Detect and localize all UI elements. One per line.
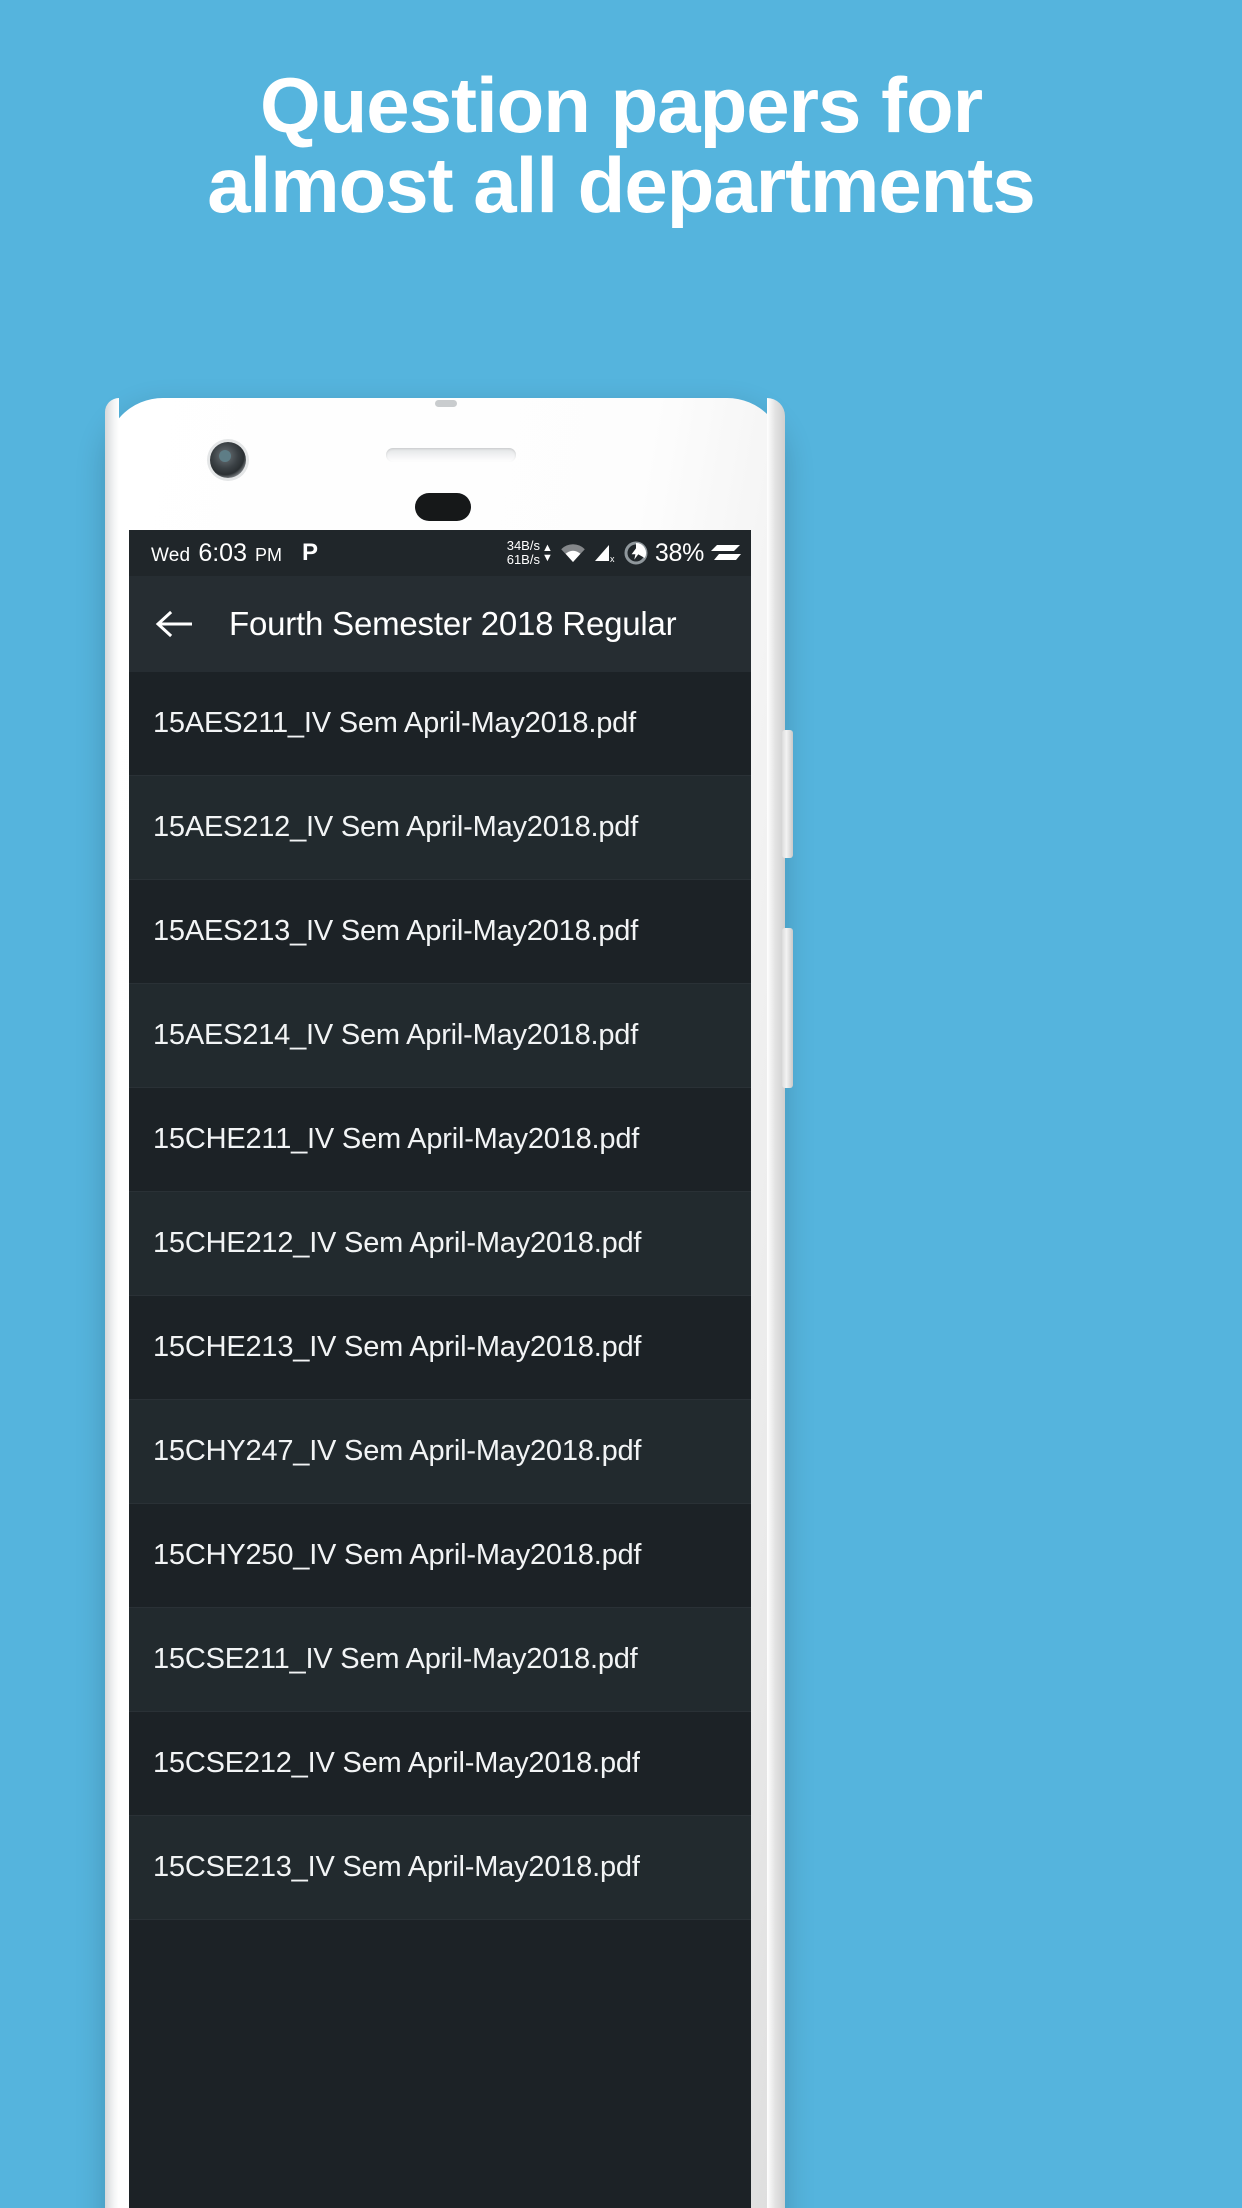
phone-mockup: Wed 6:03 PM P 34B/s 61B/s ▲ ▼ x 38% Four… xyxy=(105,398,793,2208)
status-bar-right: 34B/s 61B/s ▲ ▼ x 38% xyxy=(507,539,741,568)
phone-right-edge xyxy=(767,398,785,2208)
status-day: Wed xyxy=(151,544,191,566)
phone-screen: Wed 6:03 PM P 34B/s 61B/s ▲ ▼ x 38% Four… xyxy=(129,530,751,2208)
network-speed-values: 34B/s 61B/s xyxy=(507,539,540,566)
status-time: 6:03 xyxy=(198,538,247,567)
list-item[interactable]: 15AES211_IV Sem April-May2018.pdf xyxy=(129,672,751,776)
volume-rocker-button[interactable] xyxy=(782,730,793,858)
file-list[interactable]: 15AES211_IV Sem April-May2018.pdf 15AES21… xyxy=(129,672,751,1920)
proximity-sensor-icon xyxy=(415,493,471,521)
front-camera-icon xyxy=(210,442,246,478)
app-bar: Fourth Semester 2018 Regular xyxy=(129,576,751,672)
list-item[interactable]: 15AES213_IV Sem April-May2018.pdf xyxy=(129,880,751,984)
pushbullet-p-icon: P xyxy=(302,538,319,566)
file-name-label: 15AES212_IV Sem April-May2018.pdf xyxy=(153,811,639,843)
file-name-label: 15CHE212_IV Sem April-May2018.pdf xyxy=(153,1227,642,1259)
page-title: Question papers for almost all departmen… xyxy=(0,61,1242,229)
battery-percent-label: 38% xyxy=(654,538,704,567)
earpiece-speaker-icon xyxy=(386,448,516,462)
list-item[interactable]: 15CSE213_IV Sem April-May2018.pdf xyxy=(129,1816,751,1920)
file-name-label: 15CHY250_IV Sem April-May2018.pdf xyxy=(153,1539,642,1571)
headline-line-1: Question papers for xyxy=(259,61,983,149)
phone-left-edge xyxy=(105,398,119,2208)
file-name-label: 15AES211_IV Sem April-May2018.pdf xyxy=(153,707,636,739)
power-button[interactable] xyxy=(782,928,793,1088)
headline-line-2: almost all departments xyxy=(207,140,1036,229)
camera-lens-dot xyxy=(219,450,231,462)
network-speed-indicator: 34B/s 61B/s ▲ ▼ xyxy=(507,539,553,566)
list-item[interactable]: 15CHY250_IV Sem April-May2018.pdf xyxy=(129,1504,751,1608)
file-name-label: 15AES214_IV Sem April-May2018.pdf xyxy=(153,1019,639,1051)
mobile-signal-off-icon: x xyxy=(593,543,617,564)
list-item[interactable]: 15CSE211_IV Sem April-May2018.pdf xyxy=(129,1608,751,1712)
arrow-down-icon: ▼ xyxy=(541,552,553,564)
app-bar-title: Fourth Semester 2018 Regular xyxy=(229,605,677,642)
wifi-icon xyxy=(560,543,586,563)
network-upload-rate: 61B/s xyxy=(506,552,540,567)
status-ampm: PM xyxy=(255,544,282,565)
list-item[interactable]: 15CHE212_IV Sem April-May2018.pdf xyxy=(129,1192,751,1296)
status-bar-left: Wed 6:03 PM P xyxy=(151,539,318,568)
arrow-left-icon[interactable] xyxy=(153,602,197,646)
list-item[interactable]: 15CSE212_IV Sem April-May2018.pdf xyxy=(129,1712,751,1816)
file-name-label: 15CSE213_IV Sem April-May2018.pdf xyxy=(153,1851,640,1883)
list-item[interactable]: 15AES212_IV Sem April-May2018.pdf xyxy=(129,776,751,880)
list-item[interactable]: 15CHY247_IV Sem April-May2018.pdf xyxy=(129,1400,751,1504)
file-name-label: 15CHY247_IV Sem April-May2018.pdf xyxy=(153,1435,642,1467)
battery-icon xyxy=(711,542,741,564)
file-name-label: 15CHE213_IV Sem April-May2018.pdf xyxy=(153,1331,642,1363)
file-name-label: 15AES213_IV Sem April-May2018.pdf xyxy=(153,915,639,947)
promo-screenshot-page: Question papers for almost all departmen… xyxy=(0,0,1242,2208)
network-arrows-icon: ▲ ▼ xyxy=(541,542,553,564)
file-name-label: 15CSE212_IV Sem April-May2018.pdf xyxy=(153,1747,640,1779)
list-item[interactable]: 15AES214_IV Sem April-May2018.pdf xyxy=(129,984,751,1088)
network-download-rate: 34B/s xyxy=(506,538,540,554)
list-item[interactable]: 15CHE211_IV Sem April-May2018.pdf xyxy=(129,1088,751,1192)
file-name-label: 15CHE211_IV Sem April-May2018.pdf xyxy=(153,1123,640,1155)
svg-text:x: x xyxy=(610,554,615,563)
top-sensor-slit xyxy=(435,400,457,407)
list-item[interactable]: 15CHE213_IV Sem April-May2018.pdf xyxy=(129,1296,751,1400)
charging-bolt-icon xyxy=(624,541,648,565)
status-bar: Wed 6:03 PM P 34B/s 61B/s ▲ ▼ x 38% xyxy=(129,530,751,576)
file-name-label: 15CSE211_IV Sem April-May2018.pdf xyxy=(153,1643,638,1675)
